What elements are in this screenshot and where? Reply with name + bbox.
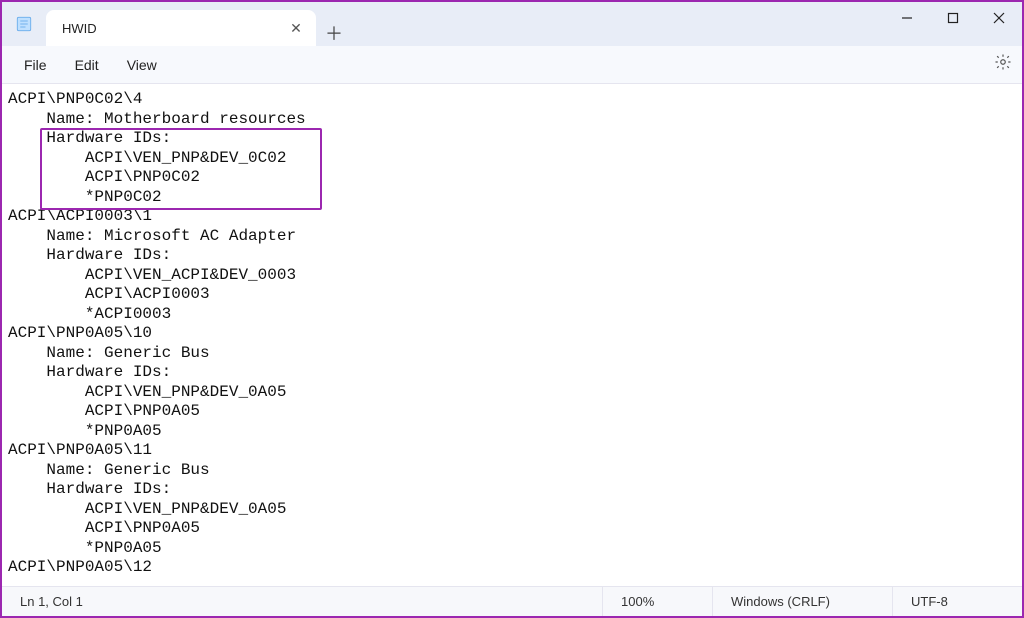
menu-edit[interactable]: Edit [61,51,113,79]
tabstrip: HWID ✕ ＋ [46,2,1022,46]
menu-view[interactable]: View [113,51,171,79]
new-tab-button[interactable]: ＋ [316,20,352,46]
status-encoding[interactable]: UTF-8 [892,587,1022,616]
titlebar: HWID ✕ ＋ [2,2,1022,46]
status-cursor-position[interactable]: Ln 1, Col 1 [2,587,101,616]
tab-hwid[interactable]: HWID ✕ [46,10,316,46]
maximize-button[interactable] [930,2,976,34]
status-zoom[interactable]: 100% [602,587,712,616]
notepad-app-icon [2,2,46,46]
close-icon[interactable]: ✕ [288,20,304,36]
window-controls [884,2,1022,34]
settings-button[interactable] [994,53,1012,76]
menu-file[interactable]: File [10,51,61,79]
text-editor[interactable]: ACPI\PNP0C02\4 Name: Motherboard resourc… [2,84,1022,586]
notepad-window: HWID ✕ ＋ File Edit View ACPI\PNP0C02\4 N… [0,0,1024,618]
statusbar: Ln 1, Col 1 100% Windows (CRLF) UTF-8 [2,586,1022,616]
status-line-endings[interactable]: Windows (CRLF) [712,587,892,616]
close-window-button[interactable] [976,2,1022,34]
minimize-button[interactable] [884,2,930,34]
highlight-box [40,128,322,210]
tab-title: HWID [62,21,97,36]
menubar: File Edit View [2,46,1022,84]
